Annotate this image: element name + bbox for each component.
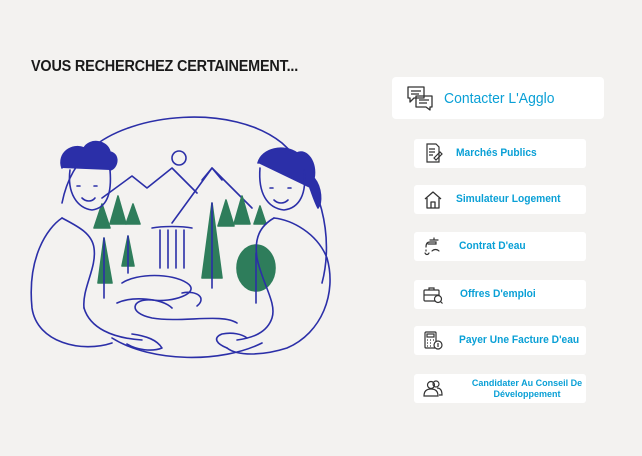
house-icon [424,191,442,209]
link-contrat-eau[interactable]: Contrat D'eau [414,232,586,261]
contacter-agglo-label: Contacter L'Agglo [444,90,555,107]
briefcase-search-icon [423,287,443,304]
water-tap-icon [424,237,440,256]
link-marches-publics[interactable]: Marchés Publics [414,139,586,168]
link-label: Candidater Au Conseil De Développement [471,378,583,399]
link-label: Simulateur Logement [456,193,561,205]
section-title: VOUS RECHERCHEZ CERTAINEMENT... [31,58,299,75]
contacter-agglo-link[interactable]: Contacter L'Agglo [392,77,604,119]
people-holding-landscape-illustration [30,116,331,359]
link-label: Contrat D'eau [459,240,526,252]
people-icon [423,380,443,397]
link-label: Marchés Publics [456,147,537,159]
link-payer-facture-eau[interactable]: Payer Une Facture D'eau [414,326,586,355]
document-stamp-icon [426,143,443,163]
chat-bubbles-icon [407,86,433,111]
calculator-coin-icon [424,331,443,350]
link-label: Payer Une Facture D'eau [459,334,580,346]
link-offres-emploi[interactable]: Offres D'emploi [414,280,586,309]
link-simulateur-logement[interactable]: Simulateur Logement [414,185,586,214]
link-label: Offres D'emploi [460,288,536,300]
link-candidater-conseil[interactable]: Candidater Au Conseil De Développement [414,374,586,403]
